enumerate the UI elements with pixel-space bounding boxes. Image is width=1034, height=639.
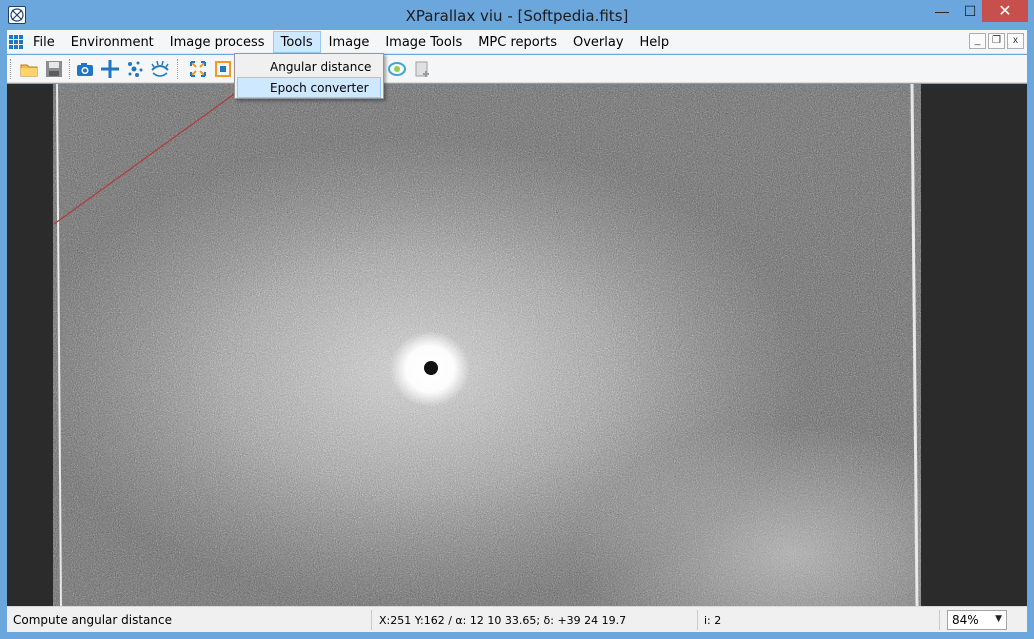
maximize-button[interactable]: ☐ — [956, 0, 984, 22]
stars-icon[interactable] — [124, 58, 146, 80]
minimize-button[interactable]: — — [928, 0, 956, 22]
status-bar: Compute angular distance X:251 Y:162 / α… — [7, 606, 1027, 632]
zoom-value: 84% — [952, 613, 979, 627]
menu-environment[interactable]: Environment — [63, 31, 162, 53]
app-window: XParallax viu - [Softpedia.fits] — ☐ ✕ F… — [0, 0, 1034, 639]
status-count: i: 2 — [704, 614, 722, 627]
ring-icon[interactable] — [386, 58, 408, 80]
new-document-icon[interactable] — [411, 58, 433, 80]
toolbar — [7, 55, 1027, 83]
tools-dropdown: Angular distance Epoch converter — [234, 53, 384, 99]
toolbar-grip[interactable] — [10, 59, 13, 79]
eyelashes-icon[interactable] — [149, 58, 171, 80]
open-folder-icon[interactable] — [18, 58, 40, 80]
menu-tools[interactable]: Tools — [272, 31, 321, 53]
menu-overlay[interactable]: Overlay — [565, 31, 632, 53]
mdi-controls: _ ❐ x — [969, 33, 1024, 49]
menu-item-epoch-converter[interactable]: Epoch converter — [237, 77, 381, 98]
menu-item-angular-distance[interactable]: Angular distance — [237, 56, 381, 77]
mdi-minimize-button[interactable]: _ — [969, 33, 986, 49]
fit-frame-icon[interactable] — [212, 58, 234, 80]
menu-help[interactable]: Help — [632, 31, 678, 53]
status-message: Compute angular distance — [13, 613, 172, 627]
menu-bar: File Environment Image process Tools Ima… — [7, 30, 1027, 54]
zoom-select[interactable]: 84% ▼ — [947, 610, 1007, 630]
close-button[interactable]: ✕ — [982, 0, 1028, 22]
fits-image-viewport[interactable] — [7, 84, 1027, 606]
fits-image[interactable] — [7, 84, 1027, 606]
menu-file[interactable]: File — [25, 31, 63, 53]
save-disk-icon[interactable] — [43, 58, 65, 80]
camera-icon[interactable] — [74, 58, 96, 80]
window-menu-grid-icon[interactable] — [9, 35, 23, 49]
menu-image-tools[interactable]: Image Tools — [377, 31, 470, 53]
chevron-down-icon: ▼ — [995, 614, 1002, 624]
menu-image-process[interactable]: Image process — [162, 31, 273, 53]
expand-arrows-icon[interactable] — [187, 58, 209, 80]
crosshair-icon[interactable] — [99, 58, 121, 80]
title-bar[interactable]: XParallax viu - [Softpedia.fits] — ☐ ✕ — [0, 0, 1034, 30]
menu-image[interactable]: Image — [321, 31, 378, 53]
status-coordinates: X:251 Y:162 / α: 12 10 33.65; δ: +39 24 … — [379, 614, 627, 627]
menu-items: File Environment Image process Tools Ima… — [25, 30, 677, 54]
window-title: XParallax viu - [Softpedia.fits] — [405, 7, 629, 25]
mdi-restore-button[interactable]: ❐ — [988, 33, 1005, 49]
menu-mpc-reports[interactable]: MPC reports — [470, 31, 565, 53]
mdi-close-button[interactable]: x — [1007, 33, 1024, 49]
